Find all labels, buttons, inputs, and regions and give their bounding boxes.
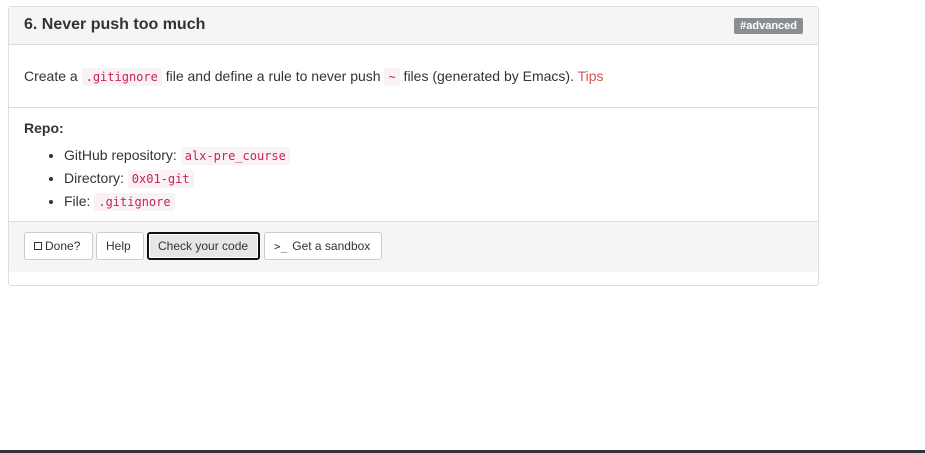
gitignore-code: .gitignore <box>81 67 162 86</box>
description-middle: file and define a rule to never push <box>161 67 385 84</box>
description-prefix: Create a <box>24 67 82 84</box>
repo-item-value: 0x01-git <box>127 170 194 188</box>
repo-item-file: File: .gitignore <box>64 190 803 213</box>
task-description: Create a .gitignore file and define a ru… <box>9 45 818 108</box>
repo-item-label: GitHub repository: <box>64 147 181 163</box>
check-code-button[interactable]: Check your code <box>147 232 260 260</box>
repo-heading: Repo: <box>24 120 64 136</box>
repo-item-directory: Directory: 0x01-git <box>64 167 803 190</box>
done-label: Done? <box>45 239 81 253</box>
repo-item-value: .gitignore <box>94 193 175 211</box>
task-header: 6. Never push too much #advanced <box>9 7 818 45</box>
task-actions: Done? Help Check your code >_ Get a sand… <box>9 222 818 272</box>
terminal-icon: >_ <box>274 239 288 253</box>
repo-item-label: File: <box>64 193 95 209</box>
checkbox-icon <box>34 242 42 250</box>
repo-item-label: Directory: <box>64 170 128 186</box>
sandbox-label: Get a sandbox <box>292 239 371 253</box>
task-title: 6. Never push too much <box>24 16 206 33</box>
tips-link[interactable]: Tips <box>578 68 604 84</box>
repo-item-github: GitHub repository: alx-pre_course <box>64 144 803 167</box>
help-button[interactable]: Help <box>96 232 144 260</box>
repo-item-value: alx-pre_course <box>180 147 290 165</box>
repo-section: Repo: GitHub repository: alx-pre_course … <box>9 108 818 222</box>
advanced-badge: #advanced <box>734 18 803 34</box>
description-suffix: files (generated by Emacs). <box>399 67 578 84</box>
tilde-code: ~ <box>384 67 400 86</box>
get-sandbox-button[interactable]: >_ Get a sandbox <box>264 232 382 260</box>
done-button[interactable]: Done? <box>24 232 93 260</box>
description-text: Create a .gitignore file and define a ru… <box>24 66 604 87</box>
task-panel: 6. Never push too much #advanced Create … <box>8 6 819 286</box>
repo-list: GitHub repository: alx-pre_course Direct… <box>24 144 803 213</box>
